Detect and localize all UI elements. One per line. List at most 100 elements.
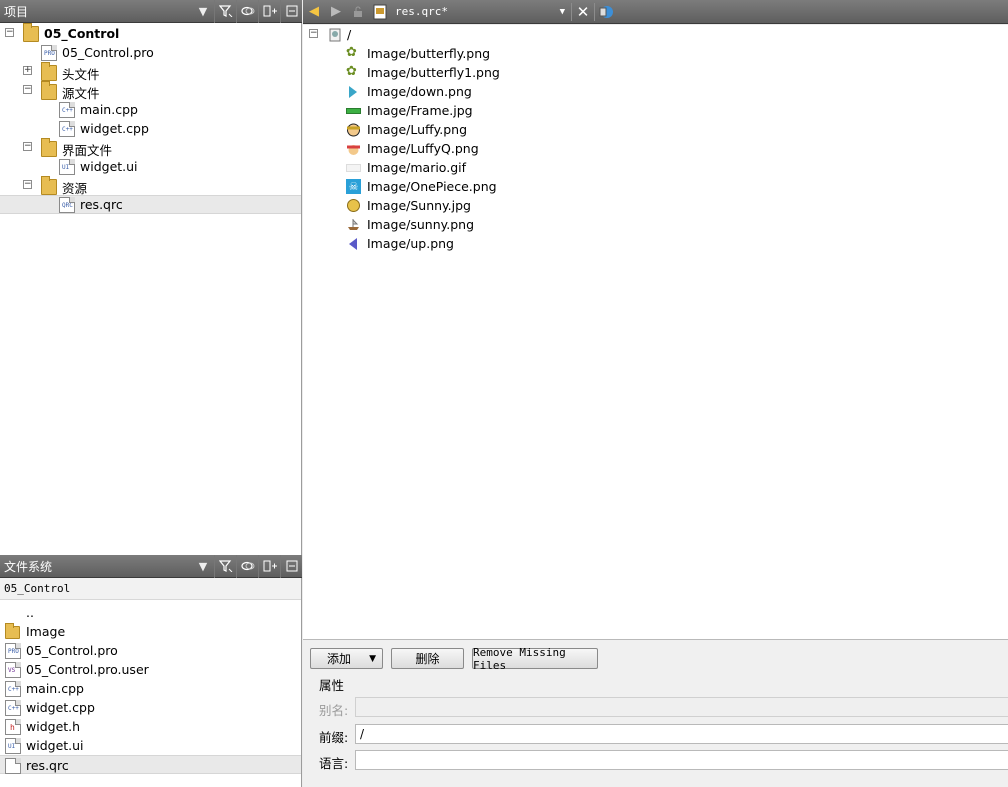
collapse-icon[interactable]: − (309, 29, 318, 38)
view-dropdown-icon[interactable]: ▼ (192, 0, 214, 23)
close-document-icon[interactable]: ✕ (572, 0, 594, 24)
luffyq-icon (347, 145, 360, 155)
expand-icon[interactable]: + (23, 66, 32, 75)
collapse-icon[interactable]: − (23, 85, 32, 94)
language-field[interactable] (355, 750, 1008, 770)
collapse-icon[interactable]: − (23, 142, 32, 151)
editor-toolbar: ◀ ▶ res.qrc* ▼ ✕ (303, 0, 1008, 24)
resource-file-label: Image/Frame.jpg (367, 103, 473, 118)
mario-image-icon (346, 164, 361, 172)
tree-item-forms[interactable]: − 界面文件 (0, 138, 301, 158)
lock-icon[interactable] (347, 0, 369, 24)
resource-file-label: Image/OnePiece.png (367, 179, 497, 194)
tree-item-resources[interactable]: − 资源 (0, 176, 301, 196)
alias-field[interactable] (355, 697, 1008, 717)
collapse-icon[interactable]: − (23, 180, 32, 189)
fs-item-label: widget.cpp (26, 700, 95, 715)
fs-item-file[interactable]: res.qrc (0, 755, 301, 774)
prefix-label: / (347, 27, 352, 42)
fs-item-label: res.qrc (26, 758, 69, 773)
tree-item-label: main.cpp (80, 102, 138, 117)
fs-item-file[interactable]: C++ main.cpp (0, 679, 301, 698)
tree-item-form-file[interactable]: UI widget.ui (0, 157, 301, 176)
up-arrow-icon (349, 238, 357, 250)
close-panel-icon[interactable] (280, 554, 302, 578)
fs-item-file[interactable]: VS 05_Control.pro.user (0, 660, 301, 679)
sunny-ship-icon (348, 219, 359, 230)
resource-tree: − / ✿ Image/butterfly.png ✿ Image/butter… (303, 25, 1008, 639)
butterfly-icon: ✿ (346, 64, 357, 79)
ui-file-icon: UI (59, 159, 75, 175)
pro-file-icon: PRO (5, 643, 21, 659)
tree-item-sources[interactable]: − 源文件 (0, 81, 301, 101)
project-tree: − 05_Control PRO 05_Control.pro + 头文件 − … (0, 23, 301, 214)
qrc-file-icon (5, 758, 21, 774)
resource-file-label: Image/mario.gif (367, 160, 467, 175)
fs-item-label: widget.h (26, 719, 81, 734)
fs-panel-title: 文件系统 (4, 559, 53, 574)
remove-missing-files-button[interactable]: Remove Missing Files (472, 645, 598, 672)
tree-item-project-root[interactable]: − 05_Control (0, 23, 301, 43)
add-button[interactable]: 添加 ▼ (310, 648, 383, 669)
project-panel: 项目 ▼ − 05_Control PRO 05_Control.pro + 头… (0, 0, 302, 555)
split-icon[interactable] (258, 0, 280, 23)
folder-icon (5, 623, 20, 639)
resource-file-label: Image/up.png (367, 236, 454, 251)
fs-path[interactable]: 05_Control (0, 578, 301, 600)
alias-label: 别名: (319, 703, 349, 718)
tree-item-resource-file[interactable]: QRC res.qrc (0, 195, 301, 214)
resource-file-label: Image/down.png (367, 84, 472, 99)
close-panel-icon[interactable] (280, 0, 302, 23)
fs-item-parent[interactable]: .. (0, 603, 301, 622)
back-arrow-icon[interactable]: ◀ (303, 0, 325, 24)
fs-item-label: widget.ui (26, 738, 84, 753)
forms-folder-icon (41, 138, 57, 157)
add-button-label: 添加 (327, 652, 352, 666)
forward-arrow-icon[interactable]: ▶ (325, 0, 347, 24)
tree-item-source-file[interactable]: C++ main.cpp (0, 100, 301, 119)
fs-item-file[interactable]: UI widget.ui (0, 736, 301, 755)
cpp-file-icon: C++ (59, 121, 75, 137)
tree-item-label: widget.cpp (80, 121, 149, 136)
tree-item-label: 05_Control.pro (62, 45, 154, 60)
tree-item-label: widget.ui (80, 159, 138, 174)
prefix-field[interactable]: / (355, 724, 1008, 744)
split-editor-icon[interactable] (595, 0, 617, 24)
resource-file-label: Image/sunny.png (367, 217, 475, 232)
qt-project-folder-icon (23, 23, 39, 42)
language-label: 语言: (319, 756, 349, 771)
user-file-icon: VS (5, 662, 21, 678)
resources-folder-icon (41, 176, 57, 195)
luffy-icon (347, 123, 360, 137)
qrc-file-icon: QRC (59, 197, 75, 213)
fs-item-label: 05_Control.pro (26, 643, 118, 658)
tree-item-label: 05_Control (44, 26, 120, 41)
split-icon[interactable] (258, 554, 280, 578)
resource-file-label: Image/butterfly.png (367, 46, 491, 61)
fs-panel: 05_Control .. Image PRO 05_Control.pro V… (0, 578, 302, 787)
fs-item-file[interactable]: C++ widget.cpp (0, 698, 301, 717)
fs-item-file[interactable]: h widget.h (0, 717, 301, 736)
fs-panel-title-bar: 文件系统 ▼ (0, 554, 302, 578)
collapse-icon[interactable]: − (5, 28, 14, 37)
cpp-file-icon: C++ (5, 700, 21, 716)
resource-properties-panel: 添加 ▼ 删除 Remove Missing Files 属性 别名: 前缀: … (303, 639, 1008, 787)
fs-item-folder[interactable]: Image (0, 622, 301, 641)
fs-item-label: 05_Control.pro.user (26, 662, 149, 677)
open-documents-combo[interactable]: res.qrc* ▼ (391, 0, 571, 24)
onepiece-icon: ☠ (346, 179, 361, 194)
view-dropdown-icon[interactable]: ▼ (192, 555, 214, 578)
tree-item-pro-file[interactable]: PRO 05_Control.pro (0, 43, 301, 62)
tree-item-source-file[interactable]: C++ widget.cpp (0, 119, 301, 138)
resource-file-label: Image/LuffyQ.png (367, 141, 479, 156)
filter-icon[interactable] (214, 0, 236, 23)
remove-button[interactable]: 删除 (391, 648, 464, 669)
resource-file-label: Image/Luffy.png (367, 122, 468, 137)
resource-file-label: Image/butterfly1.png (367, 65, 500, 80)
remove-missing-files-label: Remove Missing Files (473, 645, 566, 672)
filter-icon[interactable] (214, 554, 236, 578)
tree-item-headers[interactable]: + 头文件 (0, 62, 301, 82)
sync-icon[interactable] (236, 554, 258, 578)
fs-item-file[interactable]: PRO 05_Control.pro (0, 641, 301, 660)
sync-icon[interactable] (236, 0, 258, 23)
